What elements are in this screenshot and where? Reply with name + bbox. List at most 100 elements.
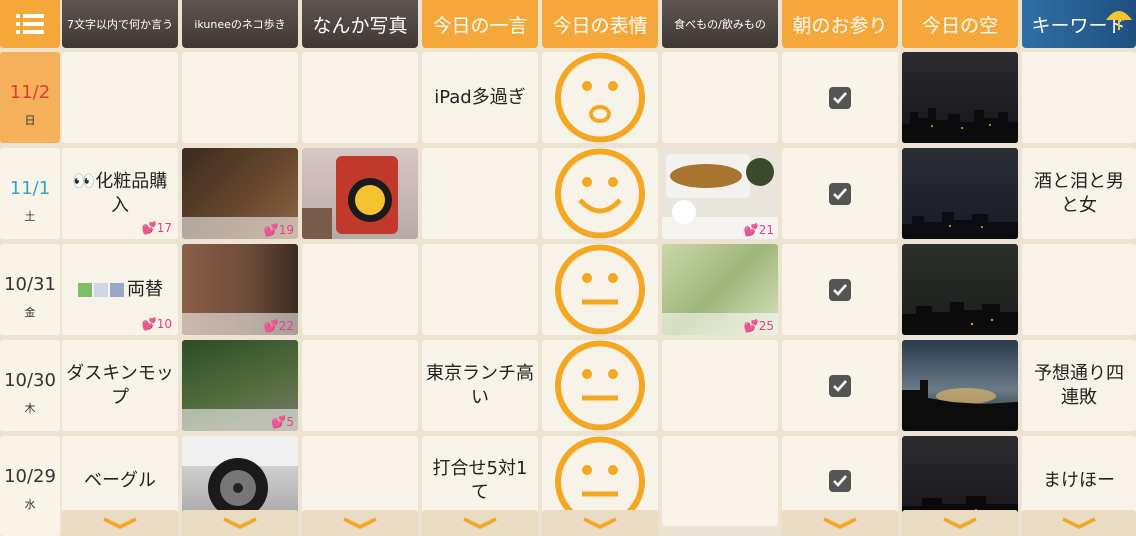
column-header-sky[interactable]: 今日の空 — [902, 0, 1018, 48]
checkbox-checked-icon[interactable] — [829, 374, 851, 397]
expand-button[interactable] — [62, 510, 178, 536]
column-header-face[interactable]: 今日の表情 — [542, 0, 658, 48]
neko-photo[interactable]: 💕19 — [182, 148, 298, 239]
column-header-omairi[interactable]: 朝のお参り — [782, 0, 898, 48]
expand-button[interactable] — [902, 510, 1018, 536]
face-cell[interactable] — [542, 244, 658, 335]
column-header-photo[interactable]: なんか写真 — [302, 0, 418, 48]
seven-char-text: ベーグル — [84, 470, 156, 491]
column-header-neko[interactable]: ikuneeのネコ歩き — [182, 0, 298, 48]
oneliner-cell[interactable] — [422, 148, 538, 239]
date-cell[interactable]: 10/29 水 — [0, 436, 60, 536]
oneliner-cell[interactable]: 東京ランチ高い — [422, 340, 538, 431]
omairi-cell[interactable] — [782, 340, 898, 431]
night-city-image — [902, 108, 1018, 143]
face-cell[interactable] — [542, 340, 658, 431]
likes-count: 💕22 — [263, 319, 294, 333]
chevron-down-icon — [223, 517, 257, 529]
menu-button[interactable] — [0, 0, 60, 48]
face-cell[interactable] — [542, 52, 658, 143]
omairi-cell[interactable] — [782, 148, 898, 239]
expand-button[interactable] — [302, 510, 418, 536]
night-city-image — [902, 302, 1018, 335]
column-header-food[interactable]: 食べもの/飲みもの — [662, 0, 778, 48]
neutral-face-icon — [555, 244, 645, 335]
date-number: 10/31 — [4, 274, 56, 295]
chevron-down-icon — [1062, 517, 1096, 529]
seven-char-text: ダスキンモップ — [66, 362, 174, 408]
column-header-keyword[interactable]: キーワード — [1022, 0, 1136, 48]
sky-photo[interactable] — [902, 148, 1018, 239]
date-weekday: 水 — [24, 498, 36, 511]
keyword-cell[interactable] — [1022, 244, 1136, 335]
food-cell[interactable] — [662, 52, 778, 143]
date-weekday: 木 — [24, 402, 36, 415]
date-cell[interactable]: 11/1 土 — [0, 148, 60, 239]
date-number: 11/1 — [9, 178, 51, 199]
omairi-cell[interactable] — [782, 244, 898, 335]
sky-photo[interactable] — [902, 244, 1018, 335]
column-header-oneliner[interactable]: 今日の一言 — [422, 0, 538, 48]
column-header-seven-char[interactable]: 7文字以内で何か言う — [62, 0, 178, 48]
date-number: 10/29 — [4, 466, 56, 487]
oneliner-cell[interactable]: iPad多過ぎ — [422, 52, 538, 143]
checkbox-checked-icon[interactable] — [829, 86, 851, 109]
oneliner-text: 東京ランチ高い — [426, 362, 534, 408]
seven-char-text: 両替 — [127, 278, 163, 300]
sky-photo[interactable] — [902, 340, 1018, 431]
food-photo[interactable]: 💕21 — [662, 148, 778, 239]
food-cell[interactable] — [662, 340, 778, 431]
expand-button[interactable] — [542, 510, 658, 536]
photo-cell[interactable] — [302, 340, 418, 431]
date-number: 10/30 — [4, 370, 56, 391]
night-city-image — [902, 212, 1018, 239]
seven-char-cell[interactable] — [62, 52, 178, 143]
photo-cell[interactable] — [302, 52, 418, 143]
date-number: 11/2 — [9, 82, 51, 103]
oneliner-text: 打合せ5対1て — [432, 458, 528, 503]
photo-cell[interactable] — [302, 244, 418, 335]
neko-cell[interactable] — [182, 52, 298, 143]
chevron-down-icon — [943, 517, 977, 529]
food-cell[interactable] — [662, 436, 778, 526]
chevron-down-icon — [463, 517, 497, 529]
umbrella-icon — [1106, 11, 1132, 30]
checkbox-checked-icon[interactable] — [829, 470, 851, 492]
seven-char-cell[interactable]: ダスキンモップ — [62, 340, 178, 431]
likes-bar: 💕5 — [182, 409, 298, 431]
date-cell[interactable]: 11/2 日 — [0, 52, 60, 143]
expand-button[interactable] — [422, 510, 538, 536]
expand-button[interactable] — [182, 510, 298, 536]
photo-image[interactable] — [302, 148, 418, 239]
date-cell[interactable]: 10/31 金 — [0, 244, 60, 335]
keyword-cell[interactable]: 予想通り四連敗 — [1022, 340, 1136, 431]
sky-photo[interactable] — [902, 52, 1018, 143]
oneliner-cell[interactable] — [422, 244, 538, 335]
expand-button[interactable] — [1022, 510, 1136, 536]
oneliner-text: iPad多過ぎ — [434, 86, 526, 108]
surprised-face-icon — [555, 52, 645, 143]
neko-photo[interactable]: 💕22 — [182, 244, 298, 335]
keyword-cell[interactable] — [1022, 52, 1136, 143]
likes-count: 💕17 — [141, 221, 172, 235]
omairi-cell[interactable] — [782, 52, 898, 143]
neko-photo[interactable]: 💕5 — [182, 340, 298, 431]
smile-face-icon — [555, 148, 645, 239]
date-cell[interactable]: 10/30 木 — [0, 340, 60, 431]
date-weekday: 金 — [24, 306, 36, 319]
likes-count: 💕10 — [141, 317, 172, 331]
seven-char-cell[interactable]: 両替 💕10 — [62, 244, 178, 335]
expand-button[interactable] — [782, 510, 898, 536]
face-cell[interactable] — [542, 148, 658, 239]
checkbox-checked-icon[interactable] — [829, 278, 851, 301]
seven-char-cell[interactable]: 👀化粧品購入 💕17 — [62, 148, 178, 239]
tigers-sign-image — [302, 156, 398, 239]
neutral-face-icon — [555, 340, 645, 431]
date-weekday: 日 — [24, 114, 36, 127]
likes-count: 💕21 — [743, 223, 774, 237]
checkbox-checked-icon[interactable] — [829, 182, 851, 205]
likes-count: 💕19 — [263, 223, 294, 237]
likes-bar: 💕22 — [182, 313, 298, 335]
keyword-cell[interactable]: 酒と泪と男と女 — [1022, 148, 1136, 239]
food-photo[interactable]: 💕25 — [662, 244, 778, 335]
